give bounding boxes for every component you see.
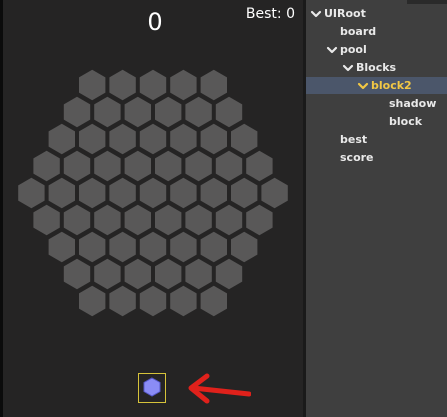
hex-cell[interactable]	[124, 258, 151, 290]
tree-item-pool[interactable]: pool	[326, 41, 367, 58]
hex-cell[interactable]	[94, 204, 121, 236]
hex-cell[interactable]	[185, 96, 212, 128]
panel-header-strip	[407, 0, 447, 4]
hex-cell[interactable]	[94, 150, 121, 182]
hex-cell[interactable]	[185, 150, 212, 182]
tree-item-label: UIRoot	[324, 7, 366, 20]
hierarchy-panel[interactable]: UIRoot board pool Blocks block2 shadow b…	[306, 0, 447, 417]
hex-cell[interactable]	[79, 231, 106, 263]
hex-cell[interactable]	[200, 123, 227, 155]
hex-cell[interactable]	[79, 177, 106, 209]
hex-cell[interactable]	[185, 258, 212, 290]
hex-cell[interactable]	[33, 204, 60, 236]
hex-cell[interactable]	[139, 69, 167, 101]
tree-item-score[interactable]: score	[340, 149, 374, 166]
hex-cell[interactable]	[170, 231, 197, 263]
hex-cell[interactable]	[109, 123, 136, 155]
chevron-down-icon[interactable]	[342, 63, 354, 73]
hex-cell[interactable]	[155, 150, 182, 182]
hex-cell[interactable]	[139, 231, 167, 263]
hex-cell[interactable]	[63, 150, 91, 182]
hex-cell[interactable]	[124, 150, 151, 182]
hex-cell[interactable]	[48, 231, 75, 263]
tree-item-label: Blocks	[356, 61, 397, 74]
tree-item-label: best	[340, 133, 368, 146]
hex-cell[interactable]	[246, 204, 273, 236]
hex-cell[interactable]	[109, 69, 136, 101]
hex-cell[interactable]	[155, 258, 182, 290]
tree-item-label: shadow	[389, 97, 437, 110]
tree-item-label: block	[389, 115, 423, 128]
hex-cell[interactable]	[48, 123, 75, 155]
hex-cell[interactable]	[109, 231, 136, 263]
tree-item-uiroot[interactable]: UIRoot	[310, 5, 366, 22]
tree-item-label: score	[340, 151, 374, 164]
hex-cell[interactable]	[109, 285, 136, 317]
hex-cell[interactable]	[215, 150, 243, 182]
hex-cell[interactable]	[79, 123, 106, 155]
best-score-label: Best: 0	[245, 6, 295, 22]
tree-item-blocks[interactable]: Blocks	[342, 59, 396, 76]
pointer-arrow-icon	[188, 373, 251, 404]
chevron-down-icon[interactable]	[310, 9, 322, 19]
hex-cell[interactable]	[124, 96, 151, 128]
hex-cell[interactable]	[48, 177, 75, 209]
hex-cell[interactable]	[231, 123, 258, 155]
hex-cell[interactable]	[215, 258, 243, 290]
hex-cell[interactable]	[170, 285, 197, 317]
tree-item-board[interactable]: board	[340, 23, 376, 40]
tree-item-label: block2	[371, 79, 412, 92]
hex-cell[interactable]	[200, 285, 227, 317]
hex-piece-block[interactable]	[143, 377, 161, 397]
hex-cell[interactable]	[246, 150, 273, 182]
hex-cell[interactable]	[63, 258, 91, 290]
hex-board[interactable]	[3, 0, 303, 417]
hex-cell[interactable]	[109, 177, 136, 209]
hex-cell[interactable]	[33, 150, 60, 182]
tree-item-label: board	[340, 25, 377, 38]
tree-item-block2[interactable]: block2	[306, 77, 447, 94]
hex-cell[interactable]	[261, 177, 288, 209]
hex-cell[interactable]	[124, 204, 151, 236]
hex-cell[interactable]	[200, 177, 227, 209]
hex-cell[interactable]	[200, 69, 227, 101]
chevron-down-icon[interactable]	[326, 45, 338, 55]
hex-cell[interactable]	[94, 96, 121, 128]
hex-cell[interactable]	[215, 204, 243, 236]
hex-cell[interactable]	[170, 69, 197, 101]
score-display: 0	[147, 8, 163, 36]
hex-cell[interactable]	[18, 177, 45, 209]
hex-cell[interactable]	[155, 204, 182, 236]
tree-item-label: pool	[340, 43, 367, 56]
hex-cell[interactable]	[215, 96, 243, 128]
hex-cell[interactable]	[200, 231, 227, 263]
hex-cell[interactable]	[79, 69, 106, 101]
tree-item-block[interactable]: block	[389, 113, 422, 130]
game-view[interactable]: 0 Best: 0	[3, 0, 303, 417]
tree-item-shadow[interactable]: shadow	[389, 95, 436, 112]
hex-cell[interactable]	[139, 285, 167, 317]
hex-cell[interactable]	[63, 96, 91, 128]
hex-cell[interactable]	[94, 258, 121, 290]
hex-cell[interactable]	[185, 204, 212, 236]
hex-cell[interactable]	[155, 96, 182, 128]
chevron-down-icon[interactable]	[357, 81, 369, 91]
hex-cell[interactable]	[139, 177, 167, 209]
hex-cell[interactable]	[231, 177, 258, 209]
hex-cell[interactable]	[170, 177, 197, 209]
hex-cell[interactable]	[63, 204, 91, 236]
hex-cell[interactable]	[170, 123, 197, 155]
tree-item-best[interactable]: best	[340, 131, 367, 148]
hex-cell[interactable]	[231, 231, 258, 263]
hex-cell[interactable]	[79, 285, 106, 317]
hex-cell[interactable]	[139, 123, 167, 155]
